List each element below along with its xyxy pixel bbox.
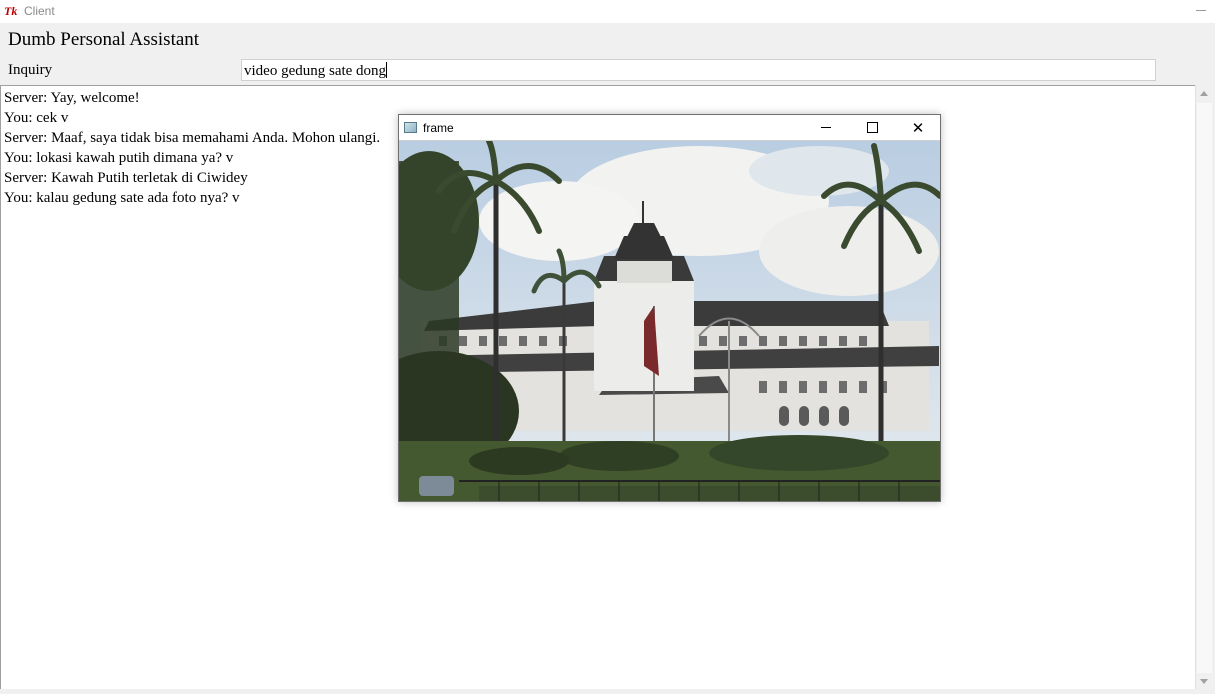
chat-line: Server: Kawah Putih terletak di Ciwidey — [4, 170, 248, 186]
app-title: Dumb Personal Assistant — [8, 29, 200, 50]
chat-line: Server: Maaf, saya tidak bisa memahami A… — [4, 130, 381, 146]
window-minimize-button[interactable] — [1187, 0, 1215, 23]
window-bottom-edge — [0, 689, 1215, 694]
frame-title: frame — [423, 121, 454, 135]
video-frame-image — [399, 141, 940, 501]
window-title: Client — [24, 4, 55, 18]
window-titlebar: Tk Client — [0, 0, 1215, 23]
chat-scrollbar[interactable] — [1195, 85, 1213, 690]
chat-line: Server: Yay, welcome! — [4, 90, 140, 106]
frame-titlebar[interactable]: frame ✕ — [399, 115, 940, 141]
inquiry-input-value: video gedung sate dong — [244, 63, 387, 79]
gedung-sate-photo — [399, 141, 940, 501]
tk-logo-icon: Tk — [4, 4, 18, 18]
scroll-down-arrow-icon[interactable] — [1196, 673, 1213, 690]
text-caret — [386, 62, 388, 78]
inquiry-label: Inquiry — [8, 62, 53, 78]
frame-close-button[interactable]: ✕ — [895, 115, 941, 141]
chat-line: You: cek v — [4, 110, 69, 126]
inquiry-input[interactable]: video gedung sate dong — [241, 59, 1156, 81]
scroll-up-arrow-icon[interactable] — [1196, 85, 1213, 102]
chat-line: You: lokasi kawah putih dimana ya? v — [4, 150, 234, 166]
frame-window-icon — [404, 122, 417, 133]
frame-minimize-button[interactable] — [803, 115, 849, 141]
scroll-thumb[interactable] — [1197, 103, 1212, 673]
frame-window[interactable]: frame ✕ — [398, 114, 941, 502]
frame-maximize-button[interactable] — [849, 115, 895, 141]
chat-line: You: kalau gedung sate ada foto nya? v — [4, 190, 240, 206]
